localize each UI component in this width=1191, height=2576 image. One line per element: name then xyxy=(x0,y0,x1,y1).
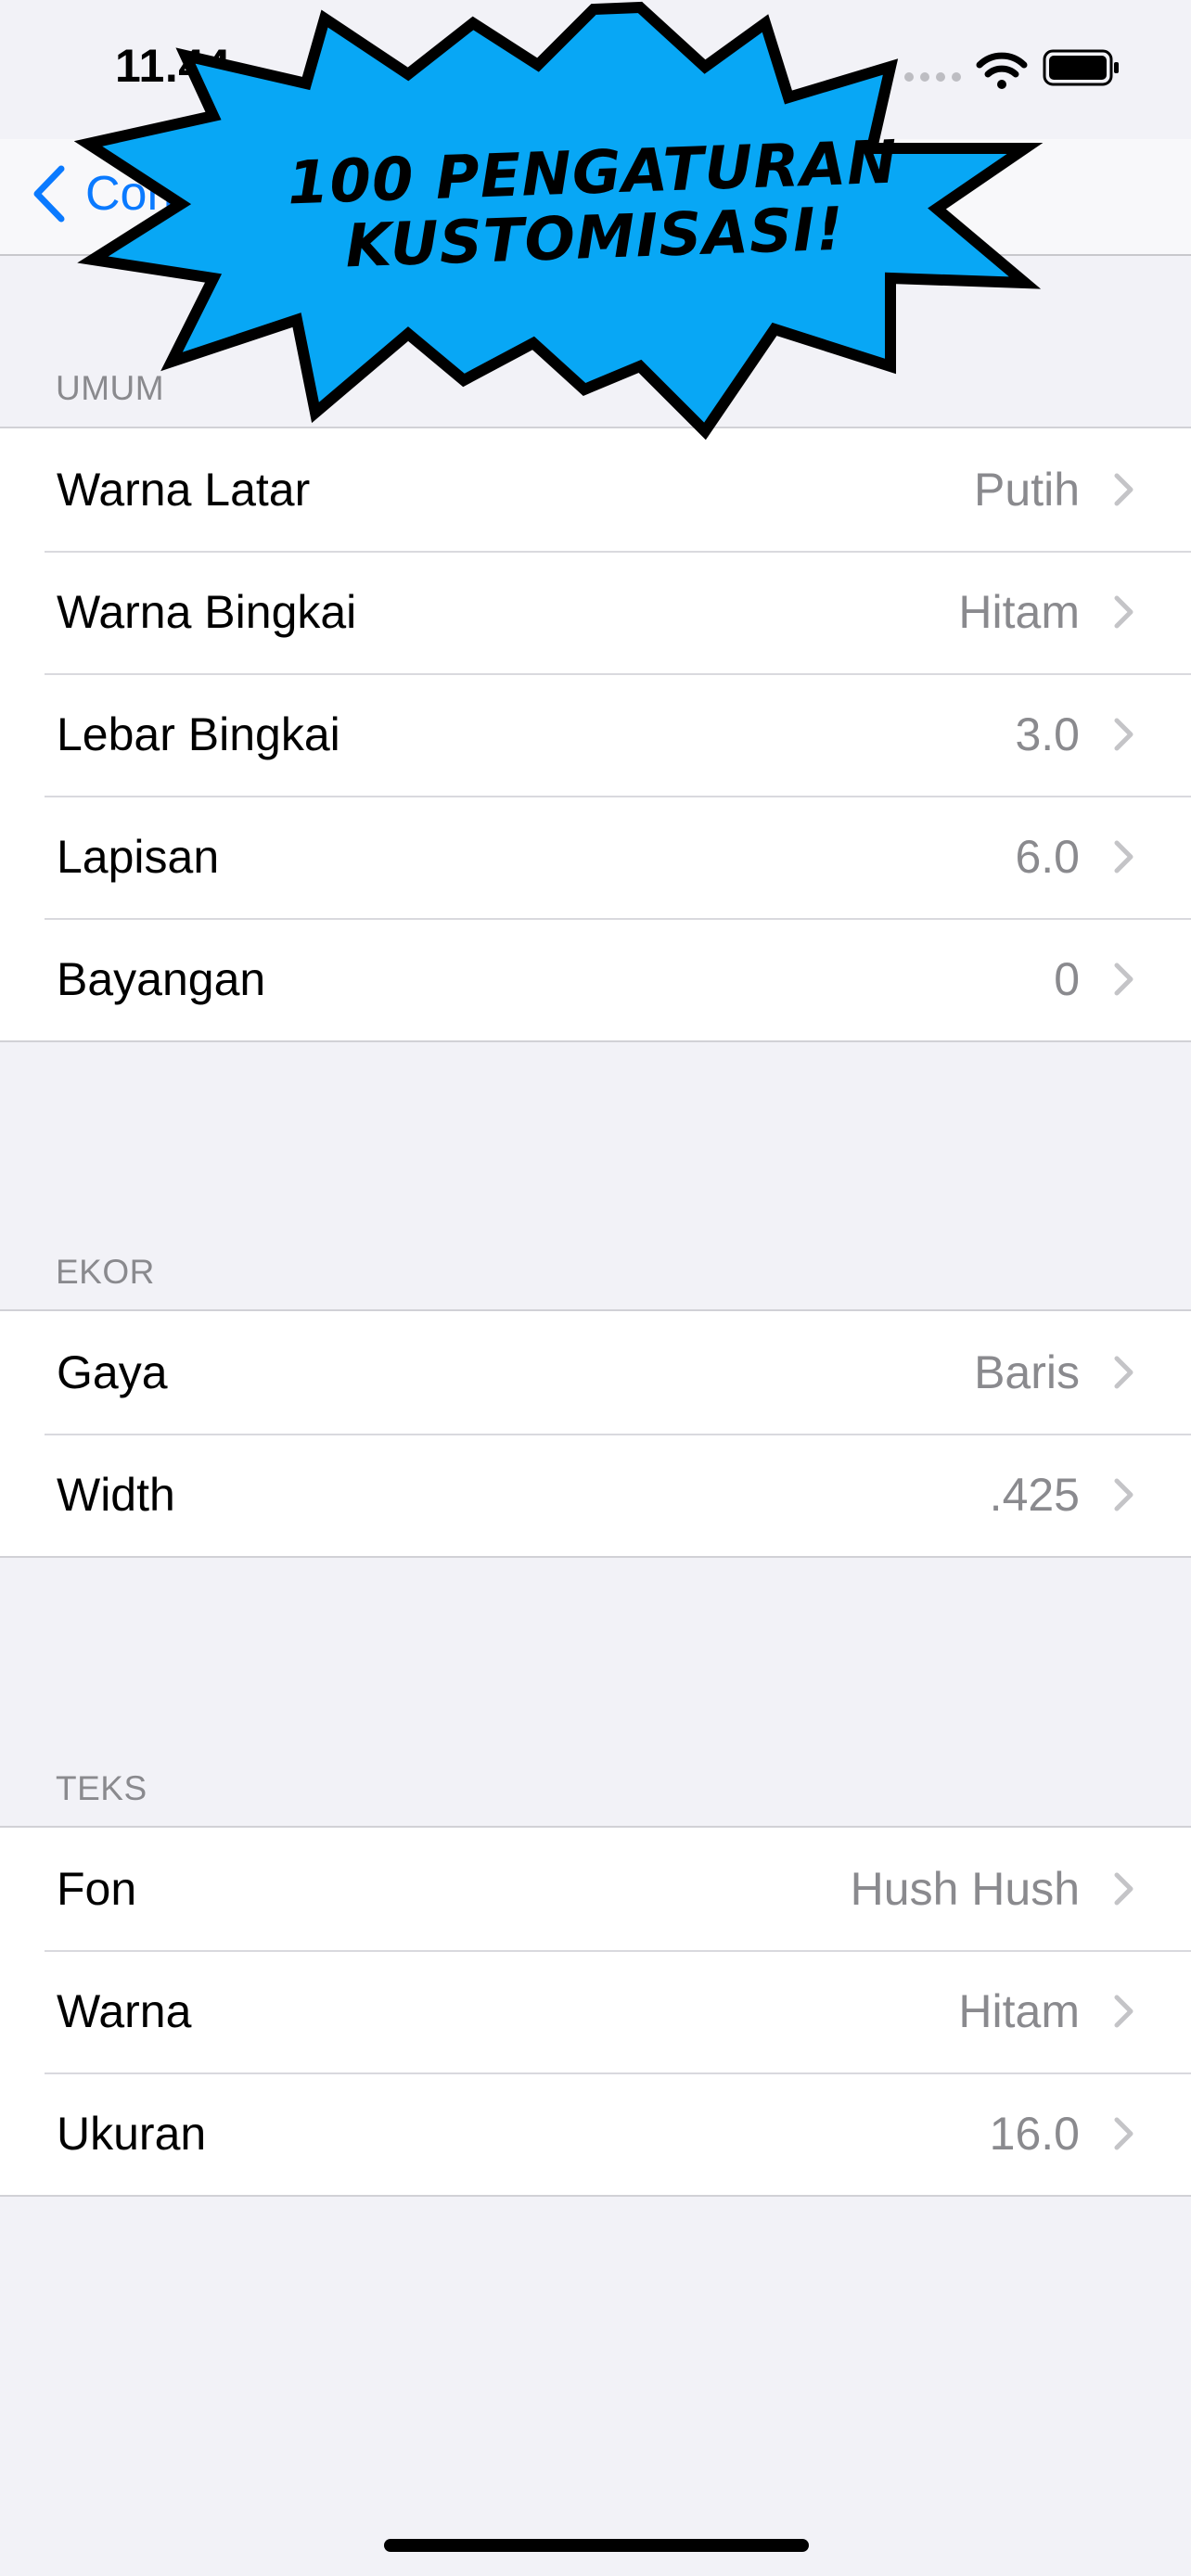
setting-value: Hitam xyxy=(958,1985,1080,2037)
chevron-right-icon xyxy=(1114,1478,1133,1511)
setting-value: 0 xyxy=(1054,953,1080,1005)
chevron-right-icon xyxy=(1114,2117,1133,2150)
setting-row-border-width[interactable]: Lebar Bingkai 3.0 xyxy=(0,673,1191,796)
setting-row-style[interactable]: Gaya Baris xyxy=(0,1311,1191,1434)
chevron-right-icon xyxy=(1114,1872,1133,1906)
setting-row-width[interactable]: Width .425 xyxy=(0,1434,1191,1556)
setting-value: Baris xyxy=(974,1346,1080,1398)
home-indicator[interactable] xyxy=(384,2539,809,2552)
setting-row-layers[interactable]: Lapisan 6.0 xyxy=(0,796,1191,918)
chevron-left-icon xyxy=(33,165,65,223)
setting-row-background-color[interactable]: Warna Latar Putih xyxy=(0,428,1191,551)
settings-group-general: Warna Latar Putih Warna Bingkai Hitam Le… xyxy=(0,427,1191,1042)
setting-label: Warna Latar xyxy=(57,464,311,516)
section-header-tail: EKOR xyxy=(56,1253,155,1291)
setting-row-text-color[interactable]: Warna Hitam xyxy=(0,1950,1191,2072)
chevron-right-icon xyxy=(1114,840,1133,874)
setting-value: 3.0 xyxy=(1015,708,1080,760)
chevron-right-icon xyxy=(1114,718,1133,751)
setting-row-shadow[interactable]: Bayangan 0 xyxy=(0,918,1191,1040)
setting-row-font[interactable]: Fon Hush Hush xyxy=(0,1828,1191,1950)
chevron-right-icon xyxy=(1114,1356,1133,1389)
setting-label: Warna xyxy=(57,1985,192,2037)
setting-label: Lapisan xyxy=(57,831,220,883)
setting-label: Lebar Bingkai xyxy=(57,708,340,760)
setting-value: .425 xyxy=(989,1469,1080,1521)
section-header-text: TEKS xyxy=(56,1769,147,1807)
setting-value: Putih xyxy=(974,464,1080,516)
setting-label: Warna Bingkai xyxy=(57,586,357,638)
chevron-right-icon xyxy=(1114,963,1133,996)
setting-row-border-color[interactable]: Warna Bingkai Hitam xyxy=(0,551,1191,673)
setting-value: Hitam xyxy=(958,586,1080,638)
setting-label: Fon xyxy=(57,1863,137,1915)
setting-label: Width xyxy=(57,1469,175,1521)
chevron-right-icon xyxy=(1114,595,1133,629)
chevron-right-icon xyxy=(1114,1995,1133,2028)
setting-value: Hush Hush xyxy=(850,1863,1080,1915)
setting-value: 16.0 xyxy=(989,2108,1080,2160)
settings-group-tail: Gaya Baris Width .425 xyxy=(0,1309,1191,1558)
chevron-right-icon xyxy=(1114,473,1133,506)
setting-row-size[interactable]: Ukuran 16.0 xyxy=(0,2072,1191,2195)
settings-group-text: Fon Hush Hush Warna Hitam Ukuran 16.0 xyxy=(0,1826,1191,2197)
setting-value: 6.0 xyxy=(1015,831,1080,883)
setting-label: Bayangan xyxy=(57,953,266,1005)
setting-label: Ukuran xyxy=(57,2108,207,2160)
setting-label: Gaya xyxy=(57,1346,168,1398)
